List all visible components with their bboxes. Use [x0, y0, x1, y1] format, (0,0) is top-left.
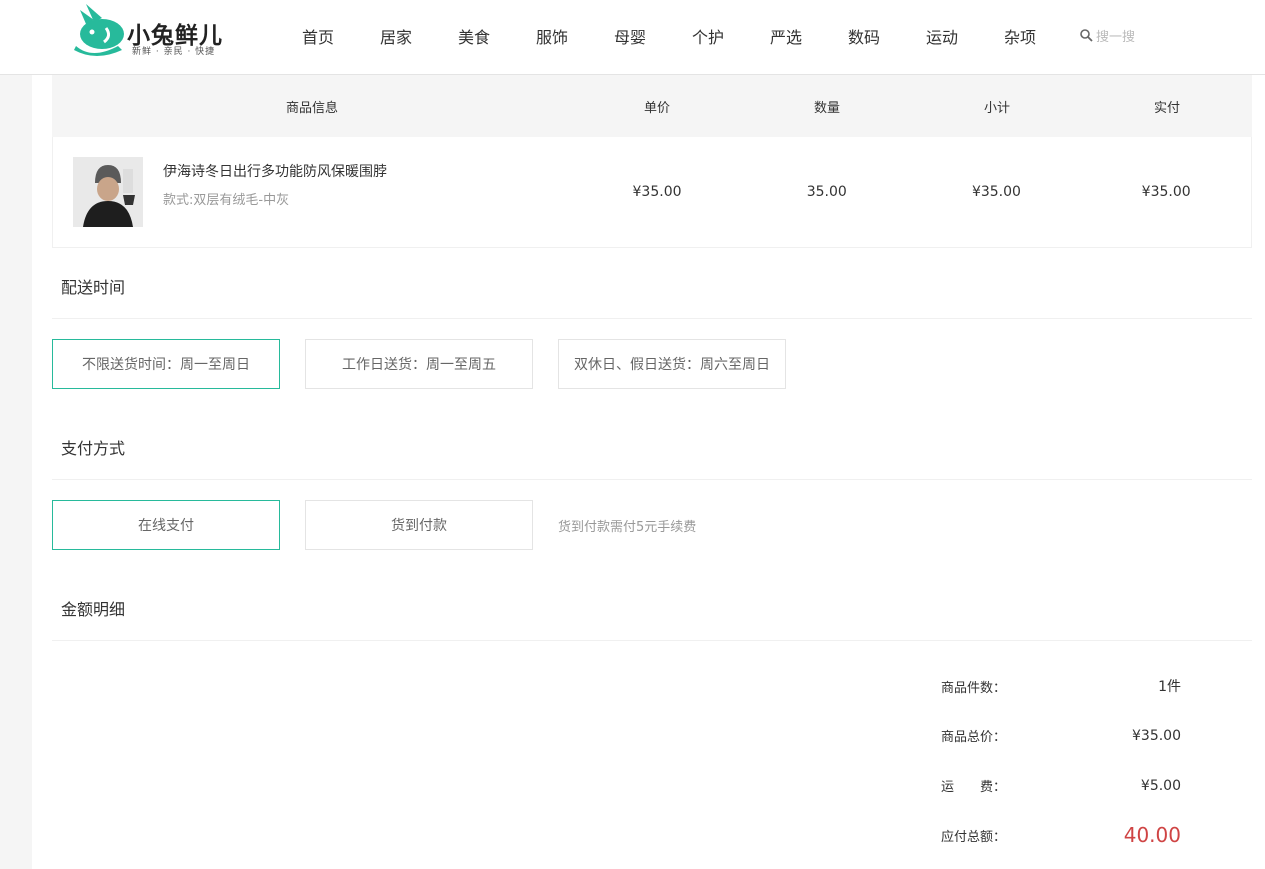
payment-title: 支付方式 — [61, 439, 126, 458]
unit-price: ¥35.00 — [632, 184, 682, 200]
site-logo[interactable]: 小兔鲜儿 新鲜 · 亲民 · 快捷 — [72, 2, 232, 58]
payable-total: 40.00 — [1123, 823, 1181, 847]
nav-item-home-living[interactable]: 居家 — [357, 24, 435, 48]
logo-subtitle: 新鲜 · 亲民 · 快捷 — [132, 47, 216, 57]
header-paid: 实付 — [1153, 100, 1180, 116]
nav-item-baby[interactable]: 母婴 — [591, 24, 669, 48]
summary-label: 商品总价： — [941, 730, 1007, 745]
left-gutter — [0, 75, 32, 869]
divider — [52, 318, 1252, 319]
header-unit-price: 单价 — [643, 100, 670, 116]
main-nav: 首页 居家 美食 服饰 母婴 个护 严选 数码 运动 杂项 — [279, 0, 1059, 72]
product-attrs: 款式:双层有绒毛-中灰 — [163, 193, 290, 208]
nav-item-personal-care[interactable]: 个护 — [669, 24, 747, 48]
delivery-option-any[interactable]: 不限送货时间：周一至周日 — [52, 339, 280, 389]
delivery-option-weekday[interactable]: 工作日送货：周一至周五 — [305, 339, 533, 389]
payment-option-cod[interactable]: 货到付款 — [305, 500, 533, 550]
summary-label: 商品件数： — [941, 680, 1007, 696]
summary-row-count: 商品件数： 1件 — [941, 676, 1181, 696]
table-row: 伊海诗冬日出行多功能防风保暖围脖 款式:双层有绒毛-中灰 ¥35.00 35.0… — [52, 137, 1252, 248]
summary-row-shipping: 运 费： ¥5.00 — [941, 776, 1181, 796]
header-quantity: 数量 — [813, 100, 840, 116]
goods-table: 商品信息 单价 数量 小计 实付 伊海诗冬日出行多功能防风保暖围脖 款式:双层有… — [52, 75, 1252, 248]
delivery-title: 配送时间 — [61, 278, 126, 297]
divider — [52, 479, 1252, 480]
header-subtotal: 小计 — [983, 100, 1010, 116]
nav-item-sports[interactable]: 运动 — [903, 24, 981, 48]
delivery-option-weekend[interactable]: 双休日、假日送货：周六至周日 — [558, 339, 786, 389]
product-name[interactable]: 伊海诗冬日出行多功能防风保暖围脖 — [163, 161, 387, 181]
search-box[interactable]: 搜一搜 — [1080, 26, 1135, 45]
nav-item-food[interactable]: 美食 — [435, 24, 513, 48]
summary-value: 1件 — [1158, 679, 1181, 695]
summary-label: 运 费： — [941, 780, 1007, 795]
nav-item-apparel[interactable]: 服饰 — [513, 24, 591, 48]
summary-value: ¥5.00 — [1140, 777, 1181, 794]
subtotal: ¥35.00 — [971, 184, 1021, 200]
search-icon — [1080, 29, 1093, 42]
nav-item-digital[interactable]: 数码 — [825, 24, 903, 48]
header-goods-info: 商品信息 — [285, 100, 338, 116]
summary-row-payable: 应付总额： 40.00 — [941, 823, 1181, 847]
table-header: 商品信息 单价 数量 小计 实付 — [52, 75, 1252, 137]
paid-amount: ¥35.00 — [1141, 184, 1191, 200]
nav-item-selected[interactable]: 严选 — [747, 24, 825, 48]
rabbit-logo-icon — [74, 4, 124, 56]
summary-row-goods-total: 商品总价： ¥35.00 — [941, 726, 1181, 746]
nav-item-misc[interactable]: 杂项 — [981, 24, 1059, 48]
site-header: 小兔鲜儿 新鲜 · 亲民 · 快捷 首页 居家 美食 服饰 母婴 个护 严选 数… — [0, 0, 1265, 75]
divider — [52, 640, 1252, 641]
product-photo — [73, 157, 143, 227]
goods-info: 伊海诗冬日出行多功能防风保暖围脖 款式:双层有绒毛-中灰 — [53, 157, 572, 227]
search-placeholder: 搜一搜 — [1096, 30, 1136, 45]
payment-option-online[interactable]: 在线支付 — [52, 500, 280, 550]
goods-text: 伊海诗冬日出行多功能防风保暖围脖 款式:双层有绒毛-中灰 — [163, 157, 387, 208]
quantity: 35.00 — [806, 184, 847, 200]
nav-item-home[interactable]: 首页 — [279, 24, 357, 48]
product-image[interactable] — [73, 157, 143, 227]
payment-tip: 货到付款需付5元手续费 — [558, 520, 697, 535]
summary-title: 金额明细 — [61, 600, 126, 619]
summary-label: 应付总额： — [941, 829, 1007, 845]
summary-value: ¥35.00 — [1132, 727, 1181, 744]
